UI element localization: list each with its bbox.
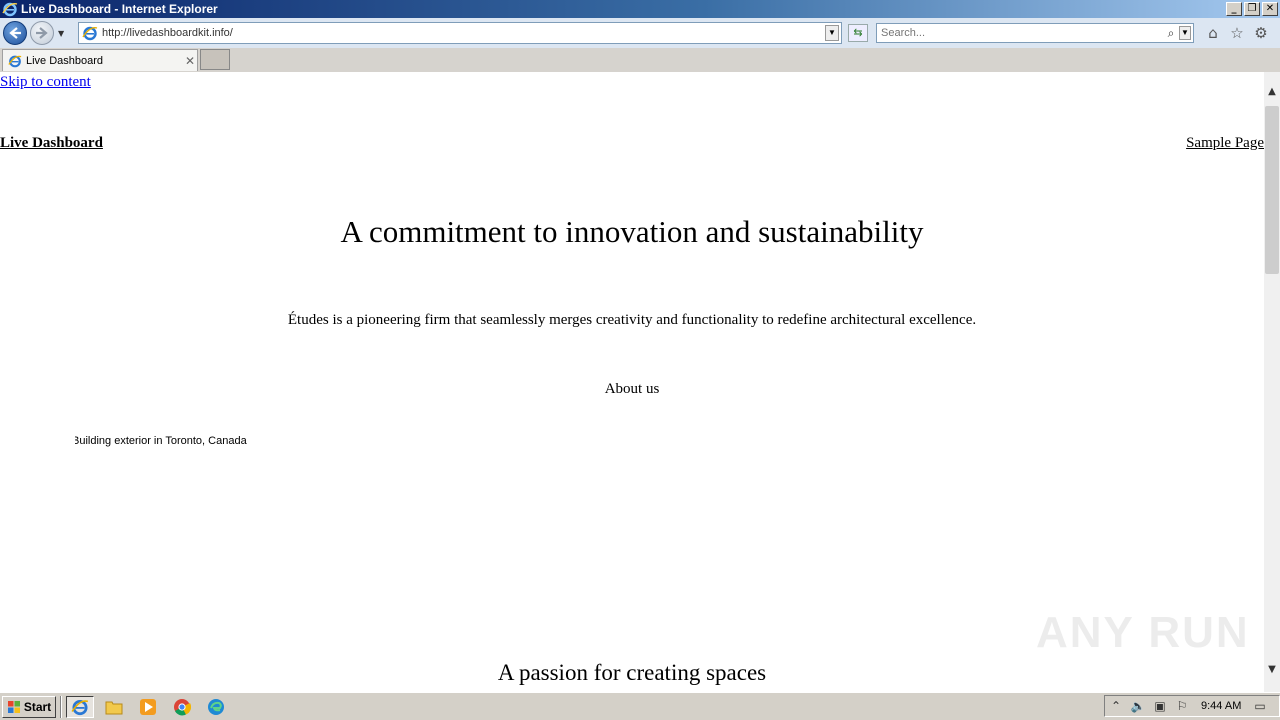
action-center-flag-icon[interactable]: ⚐ [1171,699,1193,713]
url-input[interactable] [102,27,825,39]
network-icon[interactable]: ▣ [1149,699,1171,713]
image-alt-label: Building exterior in Toronto, Canada [75,435,247,447]
anyrun-watermark: ANY RUN [1036,608,1250,657]
windows-flag-icon [7,700,20,713]
section-heading: A passion for creating spaces [497,660,767,685]
search-box[interactable]: ⌕ ▼ [876,23,1194,43]
search-dropdown-icon[interactable]: ▼ [1179,26,1191,40]
taskbar-internet-explorer[interactable] [66,695,94,718]
edge-icon [208,698,224,715]
address-bar[interactable]: ▼ [78,22,842,44]
about-us-button[interactable]: About us [0,381,1264,398]
taskbar: Start ⌃ 🔈 ▣ ⚐ 9:44 AM ▭ [0,692,1280,720]
skip-to-content-link[interactable]: Skip to content [0,74,91,91]
internet-explorer-page-icon [82,26,98,41]
tab-label: Live Dashboard [26,54,104,67]
search-icon[interactable]: ⌕ [1163,26,1179,41]
taskbar-file-explorer[interactable] [100,696,128,718]
show-hidden-icons-chevron-icon[interactable]: ⌃ [1105,699,1127,713]
hero-heading: A commitment to innovation and sustainab… [340,214,924,249]
system-tray: ⌃ 🔈 ▣ ⚐ 9:44 AM ▭ [1104,695,1280,717]
arrow-right-icon [36,27,48,39]
chrome-icon [174,698,191,715]
arrow-left-icon [9,27,21,39]
address-dropdown-icon[interactable]: ▼ [825,25,839,41]
minimize-button[interactable]: _ [1226,2,1242,16]
site-title-link[interactable]: Live Dashboard [0,135,103,152]
close-tab-icon[interactable]: ✕ [183,54,197,68]
start-label: Start [23,699,52,714]
window-title: Live Dashboard - Internet Explorer [21,2,218,16]
taskbar-clock[interactable]: 9:44 AM [1201,700,1249,712]
compatibility-refresh-button[interactable]: ⇆ [848,24,868,42]
forward-button[interactable] [30,21,54,45]
vertical-scrollbar[interactable]: ▲ ▼ [1264,72,1280,692]
search-input[interactable] [877,27,1163,39]
taskbar-media-player[interactable] [134,696,162,718]
back-button[interactable] [3,21,27,45]
internet-explorer-icon [2,2,18,17]
nav-link-sample-page[interactable]: Sample Page [1186,135,1264,152]
show-desktop-icon[interactable]: ▭ [1249,699,1271,713]
page-content: Skip to content Live Dashboard Sample Pa… [0,72,1264,692]
scroll-up-arrow-icon[interactable]: ▲ [1264,84,1280,100]
scroll-down-arrow-icon[interactable]: ▼ [1264,662,1280,678]
new-tab-button[interactable] [200,49,230,70]
recent-pages-dropdown[interactable]: ▼ [58,29,70,38]
volume-icon[interactable]: 🔈 [1127,699,1149,713]
restore-button[interactable]: ❐ [1244,2,1260,16]
settings-gear-icon[interactable]: ⚙ [1252,24,1270,42]
navigation-bar: ▼ ▼ ⇆ ⌕ ▼ ⌂ ☆ ⚙ [0,18,1280,48]
scrollbar-thumb[interactable] [1265,106,1279,274]
taskbar-chrome[interactable] [168,696,196,718]
close-button[interactable]: ✕ [1262,2,1278,16]
internet-explorer-taskbar-icon [71,699,89,715]
internet-explorer-tab-icon [8,55,22,67]
window-title-bar: Live Dashboard - Internet Explorer _ ❐ ✕ [0,0,1280,18]
home-icon[interactable]: ⌂ [1204,24,1222,42]
tab-bar: Live Dashboard ✕ [0,48,1280,72]
broken-image-alt-text: Building exterior in Toronto, Canada [75,435,255,447]
media-player-icon [140,698,156,715]
favorites-star-icon[interactable]: ☆ [1228,24,1246,42]
hero-description: Études is a pioneering firm that seamles… [287,312,977,328]
folder-icon [105,701,123,714]
tab-live-dashboard[interactable]: Live Dashboard ✕ [2,49,198,71]
taskbar-edge[interactable] [202,696,230,718]
start-button[interactable]: Start [2,695,56,718]
